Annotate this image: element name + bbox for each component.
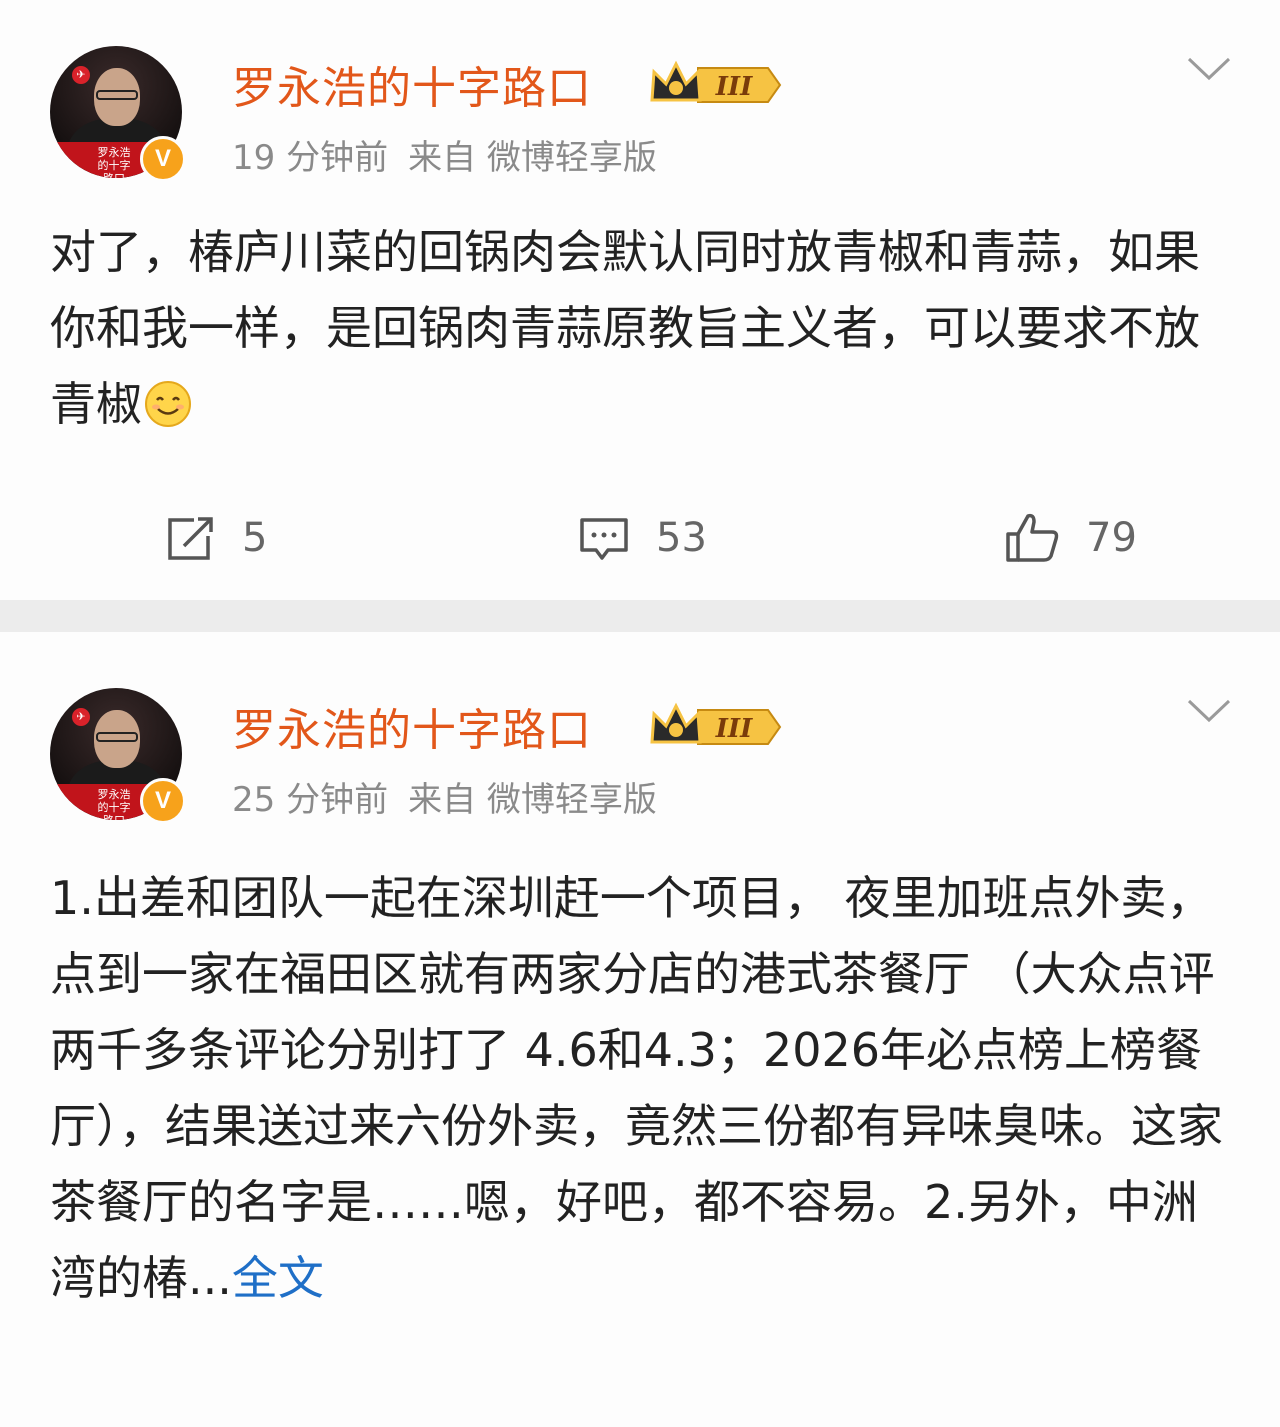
post-text: 1.出差和团队一起在深圳赶一个项目， 夜里加班点外卖，点到一家在福田区就有两家分…	[50, 860, 1230, 1316]
smiley-face-icon	[145, 381, 191, 427]
avatar-glasses	[96, 90, 138, 100]
avatar-caption: 罗永浩的十字路口	[97, 788, 131, 820]
comment-count: 53	[656, 515, 707, 561]
avatar-glasses	[96, 732, 138, 742]
channel-logo-icon: ✈	[72, 708, 90, 726]
username[interactable]: 罗永浩的十字路口	[232, 52, 592, 116]
post-meta: 19 分钟前 来自 微博轻享版	[232, 130, 657, 179]
card-divider	[0, 600, 1280, 632]
repost-icon	[168, 517, 213, 560]
level-label: III	[715, 714, 753, 744]
repost-count: 5	[242, 515, 268, 561]
expand-full-text-link[interactable]: 全文	[232, 1251, 324, 1305]
post-body: 1.出差和团队一起在深圳赶一个项目， 夜里加班点外卖，点到一家在福田区就有两家分…	[50, 871, 1223, 1305]
chevron-down-icon[interactable]	[1186, 698, 1232, 724]
verified-icon: V	[140, 778, 186, 824]
crown-level-icon[interactable]: III	[650, 702, 782, 752]
avatar-caption: 罗永浩的十字路口	[97, 146, 131, 178]
verified-icon: V	[140, 136, 186, 182]
post-time: 25 分钟前	[232, 780, 389, 820]
comment-icon	[580, 518, 628, 560]
like-count: 79	[1086, 515, 1137, 561]
crown-level-icon[interactable]: III	[650, 60, 782, 110]
post-body: 对了，椿庐川菜的回锅肉会默认同时放青椒和青蒜，如果你和我一样，是回锅肉青蒜原教旨…	[50, 225, 1200, 431]
post-source[interactable]: 来自 微博轻享版	[408, 138, 657, 178]
weibo-post-card: ✈ 罗永浩的十字路口 V 罗永浩的十字路口 III 19 分钟前来自 微博轻享版…	[0, 0, 1280, 600]
channel-logo-icon: ✈	[72, 66, 90, 84]
chevron-down-icon[interactable]	[1186, 56, 1232, 82]
repost-button[interactable]: 5	[164, 510, 267, 566]
post-time: 19 分钟前	[232, 138, 389, 178]
username[interactable]: 罗永浩的十字路口	[232, 694, 592, 758]
post-text: 对了，椿庐川菜的回锅肉会默认同时放青椒和青蒜，如果你和我一样，是回锅肉青蒜原教旨…	[50, 214, 1230, 442]
post-meta: 25 分钟前 来自 微博轻享版	[232, 772, 657, 821]
like-button[interactable]: 79	[1004, 510, 1137, 566]
comment-button[interactable]: 53	[578, 510, 707, 566]
thumbs-up-icon	[1006, 513, 1059, 562]
weibo-post-card: ✈ 罗永浩的十字路口 V 罗永浩的十字路口 III 25 分钟前来自 微博轻享版…	[0, 632, 1280, 1427]
post-source[interactable]: 来自 微博轻享版	[408, 780, 657, 820]
level-label: III	[715, 72, 753, 102]
